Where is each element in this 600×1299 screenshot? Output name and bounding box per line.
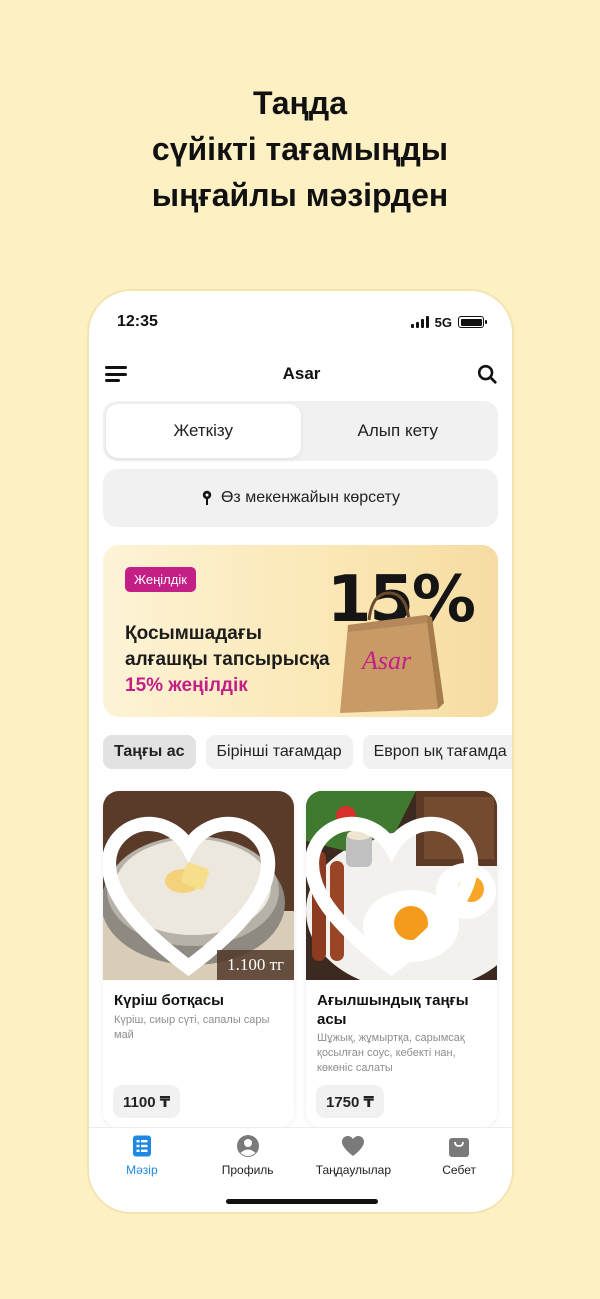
headline: Таңда сүйікті тағамыңды ыңғайлы мәзірден: [0, 80, 600, 218]
product-price-button[interactable]: 1750 ₸: [316, 1085, 384, 1118]
bag-logo-text: Asar: [360, 646, 412, 675]
product-description: Шұжық, жұмыртқа, сарымсақ қосылған соус,…: [317, 1032, 465, 1074]
status-bar: 12:35 5G: [117, 311, 487, 333]
tab-profile-label: Профиль: [221, 1163, 274, 1177]
chip-breakfast[interactable]: Таңғы ас: [103, 735, 196, 769]
promo-line-1: Қосымшадағы: [125, 623, 262, 644]
app-bar: Asar: [105, 361, 498, 387]
tab-menu[interactable]: Мәзір: [92, 1134, 192, 1212]
status-time: 12:35: [117, 313, 158, 330]
address-label: Өз мекенжайын көрсету: [220, 489, 401, 506]
headline-line-1: Таңда: [253, 85, 347, 121]
phone-frame: 12:35 5G Asar Жеткізу Алып кету Өз мекен…: [87, 289, 514, 1214]
signal-icon: [410, 316, 429, 328]
product-image: 1.100 тг: [103, 791, 294, 980]
delivery-mode-toggle: Жеткізу Алып кету: [103, 401, 498, 461]
app-title: Asar: [282, 364, 321, 383]
tab-favorites-label: Таңдаулылар: [315, 1163, 392, 1177]
image-price-tag: 1.100 тг: [217, 950, 294, 980]
product-image: [306, 791, 497, 980]
location-pin-icon: [202, 490, 212, 505]
segment-pickup[interactable]: Алып кету: [301, 404, 496, 458]
product-price-button[interactable]: 1100 ₸: [113, 1085, 181, 1118]
promo-line-2: алғашқы тапсырысқа: [125, 649, 330, 670]
search-icon[interactable]: [476, 363, 498, 385]
tab-cart-label: Себет: [442, 1163, 476, 1177]
menu-book-icon: [132, 1135, 151, 1157]
promo-banner[interactable]: Жеңілдік Қосымшадағы алғашқы тапсырысқа …: [103, 545, 498, 717]
promo-line-3: 15% жеңілдік: [125, 675, 248, 696]
headline-line-3: ыңғайлы мәзірден: [151, 177, 449, 213]
home-indicator[interactable]: [226, 1199, 378, 1204]
tab-menu-label: Мәзір: [126, 1163, 158, 1177]
headline-line-2: сүйікті тағамыңды: [151, 131, 449, 167]
heart-icon: [342, 1136, 365, 1156]
battery-icon: [458, 316, 487, 328]
product-card-english-breakfast[interactable]: Ағылшындық таңғы асы Шұжық, жұмыртқа, са…: [306, 791, 497, 1128]
status-icons: 5G: [410, 314, 487, 330]
network-label: 5G: [434, 314, 452, 330]
profile-icon: [236, 1135, 259, 1157]
paper-bag-illustration: Asar: [340, 591, 444, 713]
product-title: Ағылшындық таңғы асы: [317, 992, 469, 1028]
hamburger-menu-icon[interactable]: [105, 366, 127, 382]
product-title: Күріш ботқасы: [114, 992, 224, 1009]
category-chips: Таңғы ас Бірінші тағамдар Европ ық тағам…: [103, 735, 512, 771]
tab-cart[interactable]: Себет: [409, 1134, 509, 1212]
chip-first-courses[interactable]: Бірінші тағамдар: [205, 735, 353, 769]
product-card-rice-porridge[interactable]: 1.100 тг Күріш ботқасы Күріш, сиыр сүті,…: [103, 791, 294, 1128]
chip-european[interactable]: Европ ық тағамда: [362, 735, 512, 769]
address-button[interactable]: Өз мекенжайын көрсету: [103, 469, 498, 527]
favorite-heart-icon[interactable]: [306, 801, 487, 980]
product-description: Күріш, сиыр сүті, сапалы сары май: [114, 1014, 270, 1041]
promo-badge: Жеңілдік: [125, 567, 196, 592]
segment-delivery[interactable]: Жеткізу: [106, 404, 301, 458]
bag-icon: [449, 1138, 470, 1157]
